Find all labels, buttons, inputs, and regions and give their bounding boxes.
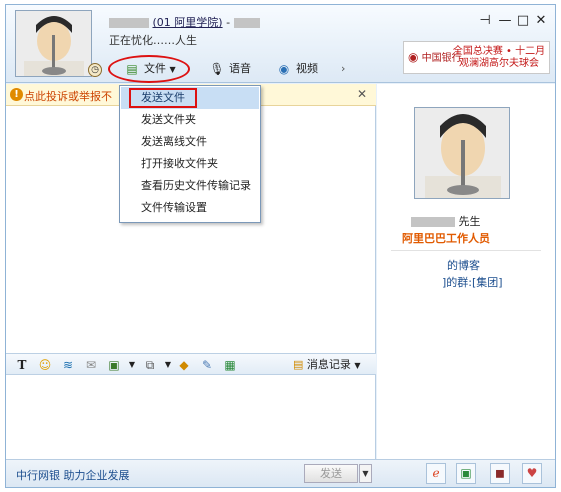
more-tools-button[interactable]: ›	[341, 59, 345, 79]
image-icon[interactable]: ▣	[106, 357, 122, 373]
title-bar: ◷ (01 阿里学院) - 正在忧化……人生 ⊣ — □ ✕ ◉ 中国银行 全国…	[6, 5, 555, 83]
name-masked	[109, 18, 149, 28]
name-masked-2	[233, 18, 260, 28]
contact-avatar[interactable]	[15, 10, 92, 77]
shake-icon[interactable]: ≋	[60, 357, 76, 373]
app-icon[interactable]: ▦	[222, 357, 238, 373]
bank-ad-link[interactable]: 中行网银 助力企业发展	[16, 467, 130, 483]
clock-icon[interactable]: ◷	[88, 63, 102, 77]
file-dropdown-menu: 发送文件 发送文件夹 发送离线文件 打开接收文件夹 查看历史文件传输记录 文件传…	[119, 85, 261, 223]
profile-name: 先生	[411, 213, 481, 229]
share-icon[interactable]: ▣	[456, 463, 476, 484]
minimize-button[interactable]: —	[496, 13, 514, 29]
voice-label: 语音	[229, 62, 251, 75]
video-button[interactable]: ◉ 视频	[276, 59, 318, 79]
menu-item-send-offline-file[interactable]: 发送离线文件	[121, 131, 259, 153]
menu-item-open-receive-folder[interactable]: 打开接收文件夹	[121, 153, 259, 175]
voice-message-icon[interactable]: ✉	[83, 357, 99, 373]
screenshot-icon[interactable]: ⧉	[142, 357, 158, 373]
voice-button[interactable]: 🎙 语音	[209, 59, 251, 79]
group-link[interactable]: (01 阿里学院)	[153, 16, 223, 29]
camera-icon: ◉	[278, 62, 290, 76]
group-info: ]的群:[集团]	[442, 274, 503, 290]
menu-item-send-folder[interactable]: 发送文件夹	[121, 109, 259, 131]
ad-banner[interactable]: ◉ 中国银行 全国总决赛 • 十二月 观澜湖高尔夫球会	[403, 41, 550, 74]
divider	[391, 250, 541, 251]
ali-icon[interactable]: ℯ	[426, 463, 446, 484]
chevron-down-icon[interactable]: ▼	[354, 361, 360, 370]
message-history-label: 消息记录	[306, 358, 351, 371]
warning-close-button[interactable]: ✕	[357, 87, 367, 101]
signature-status: 正在忧化……人生	[109, 34, 197, 47]
message-input[interactable]	[6, 375, 376, 459]
info-icon: !	[10, 88, 23, 101]
microphone-icon: 🎙	[209, 62, 225, 76]
chevron-down-icon[interactable]: ▼	[160, 357, 176, 373]
ad-line1: 全国总决赛 • 十二月	[452, 46, 546, 57]
gift-icon[interactable]: ◆	[176, 357, 192, 373]
contact-name: (01 阿里学院) -	[109, 14, 260, 30]
bottom-bar: 中行网银 助力企业发展 发送 ▼ ℯ ▣ ◼ ♥	[6, 459, 555, 487]
group-prefix: ]的群:	[442, 276, 472, 289]
note-icon[interactable]: ✎	[199, 357, 215, 373]
ad-line2: 观澜湖高尔夫球会	[459, 58, 539, 69]
name-suffix: -	[226, 16, 231, 29]
font-icon[interactable]: T	[14, 357, 30, 373]
annotation-circle	[108, 55, 190, 83]
menu-item-transfer-history[interactable]: 查看历史文件传输记录	[121, 175, 259, 197]
send-button[interactable]: 发送	[304, 464, 358, 483]
format-toolbar: T ☺ ≋ ✉ ▣ ▼ ⧉ ▼ ◆ ✎ ▦ ▤ 消息记录 ▼	[6, 353, 376, 375]
blog-link[interactable]: 的博客	[447, 257, 480, 273]
video-label: 视频	[296, 62, 318, 75]
profile-panel: 先生 阿里巴巴工作人员 的博客 ]的群:[集团]	[377, 84, 555, 459]
send-options-dropdown[interactable]: ▼	[359, 464, 372, 483]
pin-button[interactable]: ⊣	[476, 13, 494, 29]
gift-box-icon[interactable]: ♥	[522, 463, 542, 484]
history-icon: ▤	[293, 358, 304, 371]
group-link[interactable]: [集团]	[472, 276, 503, 289]
close-button[interactable]: ✕	[532, 13, 550, 29]
chevron-down-icon[interactable]: ▼	[124, 357, 140, 373]
maximize-button[interactable]: □	[514, 13, 532, 29]
profile-photo	[414, 107, 510, 199]
menu-item-transfer-settings[interactable]: 文件传输设置	[121, 197, 259, 219]
profile-company: 阿里巴巴工作人员	[402, 232, 490, 245]
emoji-icon[interactable]: ☺	[37, 357, 53, 373]
annotation-box	[129, 88, 197, 108]
profile-name-masked	[411, 217, 455, 227]
toolbox-icon[interactable]: ◼	[490, 463, 510, 484]
report-link[interactable]: 点此投诉或举报不	[24, 88, 112, 104]
message-history-button[interactable]: ▤ 消息记录 ▼	[293, 357, 361, 374]
ad-text: 全国总决赛 • 十二月 观澜湖高尔夫球会	[450, 46, 548, 70]
profile-title: 先生	[458, 215, 481, 228]
chat-window: ◷ (01 阿里学院) - 正在忧化……人生 ⊣ — □ ✕ ◉ 中国银行 全国…	[5, 4, 556, 488]
